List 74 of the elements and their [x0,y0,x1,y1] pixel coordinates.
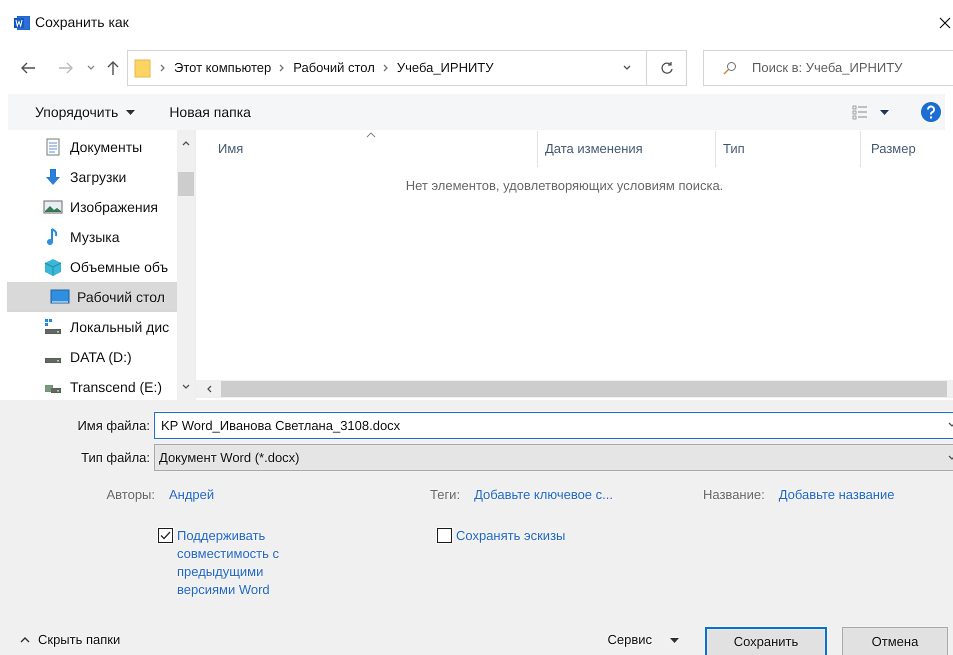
search-icon [723,60,737,74]
sidebar-item[interactable]: Локальный дис [0,312,178,342]
sidebar-item[interactable]: Рабочий стол [7,282,178,312]
help-icon[interactable] [921,102,941,122]
sidebar-label: DATA (D:) [70,348,132,367]
metadata-link[interactable]: Добавьте название [778,485,894,504]
sidebar-label: Объемные объ [70,258,168,276]
sidebar-item[interactable]: Документы [0,132,178,162]
field-label: Тип файла: [80,448,151,467]
sort-caret-icon [366,132,376,138]
metadata-label: Название: [703,486,765,504]
metadata-label: Авторы: [105,486,155,504]
checkbox-label[interactable]: Сохранять эскизы [456,526,566,544]
disk-drive-icon [45,358,61,363]
sidebar-label: Рабочий стол [77,288,165,306]
sidebar-label: Локальный дис [70,318,170,337]
metadata-label: Теги: [430,486,460,504]
sidebar-item[interactable]: Загрузки [0,162,178,192]
caret-down-icon [126,110,136,114]
dialog-button[interactable]: Отмена [842,627,948,655]
dialog-button[interactable]: Сохранить [705,627,827,655]
chevron-down-icon [86,62,96,72]
field-label: Имя файла: [76,416,151,435]
removable-drive-icon [45,385,61,393]
folder-icon [134,58,152,78]
tools-menu-button[interactable]: Сервис [607,630,679,650]
sidebar-label: Transcend (E:) [70,378,162,397]
organize-menu-button[interactable]: Упорядочить [35,102,136,122]
close-icon[interactable] [939,16,951,28]
sidebar-item[interactable]: DATA (D:) [0,342,178,372]
breadcrumb-item[interactable]: Рабочий стол [293,58,375,78]
disk-drive-icon [43,317,63,337]
caret-down-icon [670,638,679,642]
sidebar-item[interactable]: Музыка [0,222,178,252]
breadcrumb-item[interactable]: Этот компьютер [174,58,272,78]
checkbox[interactable] [158,528,173,542]
column-header[interactable]: Имя [196,139,537,159]
metadata-link[interactable]: Андрей [169,485,214,504]
breadcrumb-item[interactable]: Учеба_ИРНИТУ [396,58,494,78]
sidebar-label: Документы [70,138,142,157]
new-folder-button[interactable]: Новая папка [169,102,251,122]
checkbox-label[interactable]: Поддерживать совместимость с предыдущими версиями Word [177,526,302,598]
cube-icon [43,257,63,277]
up-arrow-icon[interactable] [106,60,120,76]
refresh-button[interactable] [647,50,687,86]
hide-folders-button[interactable]: Скрыть папки [20,630,120,650]
column-header[interactable]: Дата изменения [538,139,715,159]
checkbox[interactable] [437,528,452,542]
word-app-icon [14,14,30,30]
column-header[interactable]: Тип [716,139,860,159]
caret-down-icon[interactable] [880,110,889,114]
sidebar-item[interactable]: Transcend (E:) [0,372,178,400]
download-arrow-icon [43,167,63,187]
metadata-link[interactable]: Добавьте ключевое с... [474,485,613,504]
sidebar-item[interactable]: Изображения [0,192,178,222]
vertical-scrollbar[interactable] [177,130,195,400]
checkmark-icon [160,530,171,540]
window-title: Сохранить как [35,13,129,32]
chevron-up-icon [20,637,30,643]
file-type-dropdown[interactable]: Документ Word (*.docx) [154,444,953,471]
sidebar-item[interactable]: Объемные объ [0,252,178,282]
scrollbar-thumb[interactable] [178,172,194,196]
view-list-icon[interactable] [852,104,868,120]
column-header[interactable]: Размер [861,139,916,159]
sidebar-label: Музыка [70,228,120,247]
sidebar-label: Изображения [70,198,158,217]
chevron-down-icon [622,62,632,72]
empty-message: Нет элементов, удовлетворяющих условиям поиска. [406,177,724,195]
search-field[interactable]: Поиск в: Учеба_ИРНИТУ [703,50,953,86]
refresh-icon [660,60,674,74]
sidebar-label: Загрузки [70,168,126,187]
address-bar[interactable]: Этот компьютер Рабочий стол Учеба_ИРНИТУ [127,50,647,86]
back-arrow-icon[interactable] [20,60,36,74]
file-name-field[interactable]: KP Word_Иванова Светлана_3108.docx [154,412,953,439]
